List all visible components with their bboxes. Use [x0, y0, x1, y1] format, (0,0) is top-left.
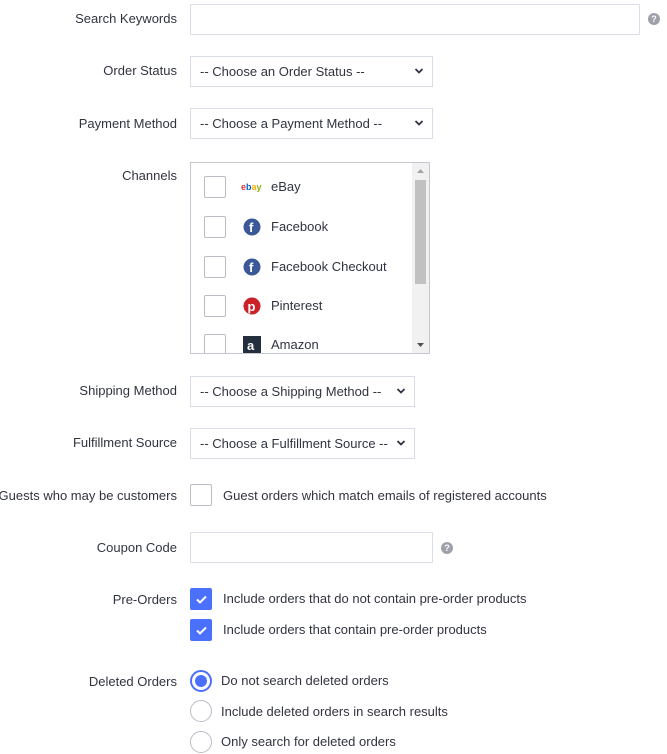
channel-item-facebook-checkout[interactable]: f Facebook Checkout: [191, 256, 413, 296]
pre-order-include-checkbox[interactable]: [190, 619, 212, 641]
pre-order-option-text: Include orders that do not contain pre-o…: [223, 591, 527, 606]
pre-order-exclude-checkbox[interactable]: [190, 588, 212, 610]
pre-orders-label: Pre-Orders: [112, 592, 177, 607]
svg-text:ebay: ebay: [241, 182, 262, 192]
deleted-orders-option-text: Include deleted orders in search results: [221, 704, 448, 719]
order-status-label: Order Status: [103, 63, 177, 78]
question-circle-icon[interactable]: ?: [648, 13, 660, 25]
deleted-orders-label: Deleted Orders: [88, 674, 177, 689]
deleted-orders-radio-only[interactable]: [190, 731, 212, 753]
fulfillment-source-select[interactable]: -- Choose a Fulfillment Source --: [190, 428, 415, 459]
checkmark-icon: [196, 626, 207, 635]
order-status-select[interactable]: -- Choose an Order Status --: [190, 56, 433, 87]
svg-text:a: a: [247, 338, 255, 353]
deleted-orders-radio-none[interactable]: [190, 670, 212, 692]
shipping-method-select[interactable]: -- Choose a Shipping Method --: [190, 376, 415, 407]
search-keywords-label: Search Keywords: [75, 11, 177, 26]
shipping-method-value: -- Choose a Shipping Method --: [200, 384, 382, 399]
question-circle-icon[interactable]: ?: [441, 542, 453, 554]
channel-name: Amazon: [271, 337, 319, 352]
deleted-orders-radio-include[interactable]: [190, 700, 212, 722]
channel-item-ebay[interactable]: ebay eBay: [191, 176, 413, 216]
fulfillment-source-label: Fulfillment Source: [72, 435, 177, 450]
payment-method-select[interactable]: -- Choose a Payment Method --: [190, 108, 433, 139]
coupon-code-input[interactable]: [190, 532, 433, 563]
order-status-value: -- Choose an Order Status --: [200, 64, 365, 79]
svg-text:p: p: [248, 299, 256, 314]
channel-name: Pinterest: [271, 298, 323, 313]
amazon-icon: a: [243, 336, 261, 353]
payment-method-value: -- Choose a Payment Method --: [200, 116, 383, 131]
shipping-method-label: Shipping Method: [79, 383, 177, 398]
scroll-thumb[interactable]: [415, 180, 426, 284]
pre-order-option-text: Include orders that contain pre-order pr…: [223, 622, 487, 637]
guests-checkbox[interactable]: [190, 484, 212, 506]
payment-method-label: Payment Method: [78, 116, 177, 131]
ebay-logo-icon: ebay: [241, 182, 262, 192]
channel-checkbox[interactable]: [204, 295, 226, 317]
channel-checkbox[interactable]: [204, 216, 226, 238]
pinterest-icon: p: [243, 297, 261, 315]
coupon-code-label: Coupon Code: [96, 540, 177, 555]
chevron-down-icon: [396, 440, 406, 446]
search-keywords-input[interactable]: [190, 4, 640, 35]
svg-text:f: f: [249, 260, 254, 275]
channel-checkbox[interactable]: [204, 176, 226, 198]
channel-item-pinterest[interactable]: p Pinterest: [191, 295, 413, 335]
facebook-icon: f: [243, 218, 261, 236]
channel-item-amazon[interactable]: a Amazon: [191, 334, 413, 353]
channels-listbox[interactable]: ebay eBay f Facebook f Facebook Checkout…: [190, 162, 430, 354]
deleted-orders-option-text: Only search for deleted orders: [221, 734, 396, 749]
channel-name: Facebook Checkout: [271, 259, 387, 274]
chevron-down-icon: [414, 68, 424, 74]
channel-checkbox[interactable]: [204, 334, 226, 353]
chevron-down-icon: [396, 388, 406, 394]
channel-name: eBay: [271, 179, 301, 194]
guests-option-text: Guest orders which match emails of regis…: [223, 488, 547, 503]
chevron-down-icon: [414, 120, 424, 126]
guests-label: Guests who may be customers: [0, 488, 177, 503]
checkmark-icon: [196, 595, 207, 604]
svg-text:f: f: [249, 220, 254, 235]
fulfillment-source-value: -- Choose a Fulfillment Source --: [200, 436, 388, 451]
scroll-down-arrow-icon[interactable]: [412, 337, 429, 353]
deleted-orders-option-text: Do not search deleted orders: [221, 673, 389, 688]
channel-name: Facebook: [271, 219, 329, 234]
scroll-up-arrow-icon[interactable]: [412, 163, 429, 179]
channels-label: Channels: [122, 168, 177, 183]
facebook-icon: f: [243, 258, 261, 276]
channel-item-facebook[interactable]: f Facebook: [191, 216, 413, 256]
channel-checkbox[interactable]: [204, 256, 226, 278]
channels-scrollbar[interactable]: [412, 163, 429, 353]
